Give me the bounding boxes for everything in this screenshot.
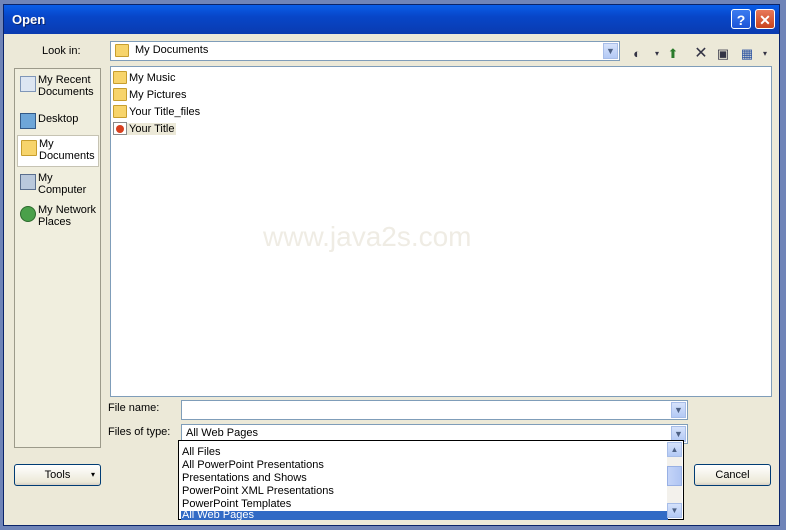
file-name-text: Your Title	[127, 123, 177, 135]
views-dropdown-icon[interactable]: ▾	[756, 45, 774, 63]
places-bar: My Recent Documents Desktop My Documents…	[14, 68, 101, 448]
views-icon[interactable]: ▦	[738, 45, 756, 63]
place-my-computer[interactable]: My Computer	[17, 170, 99, 202]
look-in-label: Look in:	[42, 45, 81, 57]
file-name-text: My Pictures	[129, 89, 187, 101]
help-icon[interactable]: ?	[731, 9, 751, 29]
tools-label: Tools	[44, 469, 71, 481]
file-list[interactable]: My Music My Pictures Your Title_files Yo…	[110, 66, 772, 397]
place-my-network-places[interactable]: My Network Places	[17, 202, 99, 234]
files-of-type-dropdown-list[interactable]: All Files All PowerPoint Presentations P…	[178, 440, 684, 520]
tools-button[interactable]: Tools ▾	[14, 464, 101, 486]
place-label: My Network Places	[38, 204, 97, 228]
look-in-value: My Documents	[135, 44, 209, 56]
computer-icon	[20, 174, 36, 190]
dropdown-option-selected[interactable]: All Web Pages	[181, 511, 668, 520]
network-icon	[20, 206, 36, 222]
web-page-icon	[113, 122, 127, 135]
file-name-text: Your Title_files	[129, 106, 201, 118]
documents-icon	[21, 140, 37, 156]
watermark: www.java2s.com	[263, 221, 472, 252]
dialog-title: Open	[12, 12, 46, 27]
file-name-label: File name:	[108, 402, 160, 414]
title-bar[interactable]: Open ? ✕	[4, 5, 779, 34]
recent-icon	[20, 76, 36, 92]
scroll-up-icon[interactable]: ▲	[667, 442, 682, 457]
scrollbar-thumb[interactable]	[667, 466, 682, 486]
files-of-type-label: Files of type:	[108, 426, 171, 438]
cancel-button[interactable]: Cancel	[694, 464, 771, 486]
folder-icon	[113, 105, 127, 118]
music-folder-icon	[113, 71, 127, 84]
dropdown-option[interactable]: All Files	[181, 446, 668, 459]
up-folder-icon[interactable]: ⬆	[664, 45, 682, 63]
place-my-recent-documents[interactable]: My Recent Documents	[17, 72, 99, 104]
new-folder-icon[interactable]: ▣	[714, 45, 732, 63]
delete-icon[interactable]: ✕	[692, 45, 710, 63]
scroll-down-icon[interactable]: ▼	[667, 503, 682, 518]
dropdown-option[interactable]: All PowerPoint Presentations	[181, 459, 668, 472]
back-icon[interactable]: ◐	[628, 45, 646, 63]
file-name-field[interactable]: ▼	[181, 400, 688, 420]
dropdown-option[interactable]: PowerPoint XML Presentations	[181, 485, 668, 498]
tools-dropdown-icon: ▾	[90, 470, 95, 479]
place-label: Desktop	[38, 113, 79, 125]
place-label: My Computer	[38, 172, 87, 196]
chevron-down-icon[interactable]: ▼	[671, 402, 686, 418]
file-name-text: My Music	[129, 72, 176, 84]
files-of-type-value: All Web Pages	[186, 427, 258, 439]
documents-folder-icon	[115, 44, 129, 57]
place-label: My Recent Documents	[38, 74, 94, 98]
pictures-folder-icon	[113, 88, 127, 101]
place-label: My Documents	[39, 138, 95, 162]
desktop-icon	[20, 113, 36, 129]
dropdown-scrollbar[interactable]: ▲ ▼	[667, 442, 682, 518]
dropdown-option[interactable]: Presentations and Shows	[181, 472, 668, 485]
dropdown-option[interactable]: PowerPoint Templates	[181, 498, 668, 511]
chevron-down-icon[interactable]: ▼	[603, 43, 618, 59]
look-in-combo[interactable]: My Documents ▼	[110, 41, 620, 61]
close-icon[interactable]: ✕	[755, 9, 775, 29]
place-my-documents[interactable]: My Documents	[17, 135, 99, 167]
